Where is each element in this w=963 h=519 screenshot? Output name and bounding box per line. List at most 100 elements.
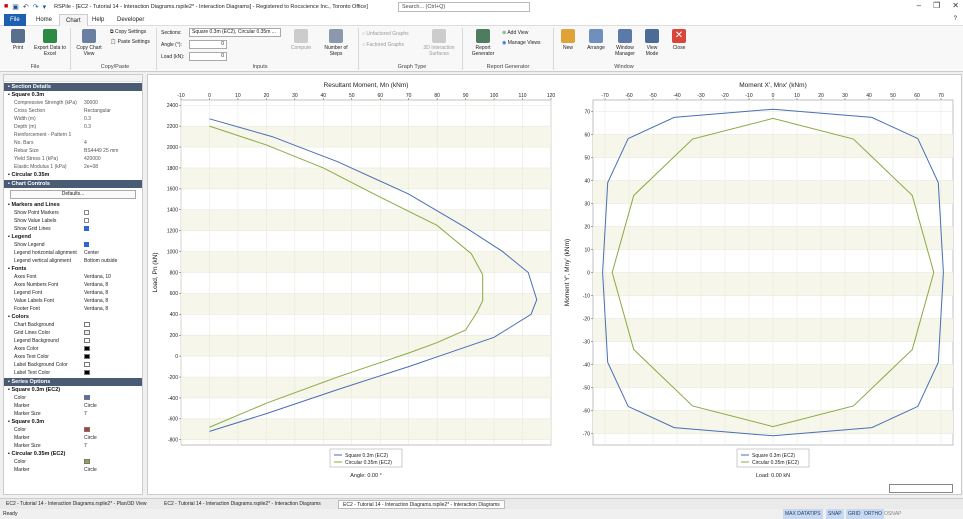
view-mode-button[interactable]: View Mode bbox=[640, 29, 664, 57]
copy-chart-label: Copy Chart View bbox=[76, 45, 102, 57]
chart-controls-header[interactable]: ▪ Chart Controls bbox=[4, 180, 142, 188]
copy-chart-icon bbox=[82, 29, 96, 43]
section-details-header[interactable]: ▪ Section Details bbox=[4, 83, 142, 91]
redo-icon[interactable]: ↷ bbox=[33, 3, 39, 11]
y-tick-label: 20 bbox=[584, 224, 590, 230]
font-row: Value Labels Font Verdana, 8 bbox=[4, 297, 142, 305]
series-square2-color-swatch[interactable] bbox=[84, 427, 90, 432]
show-point-markers-checkbox[interactable] bbox=[84, 210, 89, 215]
load-input[interactable]: 0 bbox=[189, 52, 227, 61]
y-tick-label: 1000 bbox=[167, 249, 178, 255]
new-label: New bbox=[562, 45, 573, 51]
legend-h-dropdown[interactable]: Center bbox=[84, 249, 128, 257]
add-view-button[interactable]: ⊕ Add View bbox=[502, 30, 528, 36]
unfactored-label: Unfactored Graphs bbox=[366, 31, 409, 37]
series-square-header[interactable]: ▪ Square 0.3m (EC2) bbox=[4, 386, 142, 394]
color-swatch[interactable] bbox=[84, 362, 90, 367]
grid-toggle[interactable]: GRID bbox=[846, 509, 863, 519]
series-square-color-row: Color bbox=[4, 394, 142, 402]
tab-chart[interactable]: Chart bbox=[59, 14, 88, 26]
y-tick-label: 70 bbox=[584, 109, 590, 115]
defaults-button[interactable]: Defaults... bbox=[10, 190, 136, 199]
minimize-icon[interactable]: – bbox=[917, 1, 921, 10]
font-value[interactable]: Verdana, 8 bbox=[84, 305, 128, 313]
font-value[interactable]: Verdana, 8 bbox=[84, 289, 128, 297]
copy-settings-button[interactable]: ⧉ Copy Settings bbox=[110, 29, 146, 35]
legend-label: Square 0.3m (EC2) bbox=[345, 453, 388, 459]
restore-icon[interactable]: ❐ bbox=[933, 1, 940, 10]
arrange-button[interactable]: Arrange bbox=[582, 29, 610, 51]
report-generator-button[interactable]: Report Generator bbox=[468, 29, 498, 57]
series-circular-marker-dropdown[interactable]: Circle bbox=[84, 466, 128, 474]
search-input[interactable]: Search... (Ctrl+Q) bbox=[398, 2, 530, 12]
save-icon[interactable]: ▣ bbox=[12, 3, 19, 11]
fonts-header[interactable]: ▪ Fonts bbox=[4, 265, 142, 273]
series-square2-header[interactable]: ▪ Square 0.3m bbox=[4, 418, 142, 426]
doc-tab-interaction-1[interactable]: EC2 - Tutorial 14 - Interaction Diagrams… bbox=[160, 500, 325, 509]
paste-settings-button[interactable]: 📋 Paste Settings bbox=[110, 39, 150, 45]
tab-file[interactable]: File bbox=[4, 14, 26, 26]
print-button[interactable]: Print bbox=[6, 29, 30, 51]
color-swatch[interactable] bbox=[84, 330, 90, 335]
font-value[interactable]: Verdana, 8 bbox=[84, 297, 128, 305]
circular-header[interactable]: ▪ Circular 0.35m bbox=[4, 171, 142, 179]
copy-chart-button[interactable]: Copy Chart View bbox=[74, 29, 104, 57]
font-value[interactable]: Verdana, 10 bbox=[84, 273, 128, 281]
sections-dropdown[interactable]: Square 0.3m (EC2), Circular 0.35m ... bbox=[189, 28, 281, 37]
markers-lines-header[interactable]: ▪ Markers and Lines bbox=[4, 201, 142, 209]
square-header[interactable]: ▪ Square 0.3m bbox=[4, 91, 142, 99]
color-swatch[interactable] bbox=[84, 346, 90, 351]
tab-home[interactable]: Home bbox=[30, 14, 58, 26]
series-square-msize-input[interactable]: 7 bbox=[84, 410, 128, 418]
undo-icon[interactable]: ↶ bbox=[23, 3, 29, 11]
steps-button[interactable]: Number of Steps bbox=[322, 29, 350, 57]
new-window-button[interactable]: New bbox=[558, 29, 578, 51]
y-tick-label: -50 bbox=[583, 385, 590, 391]
document-tabs: EC2 - Tutorial 14 - Interaction Diagrams… bbox=[0, 498, 963, 509]
compute-button[interactable]: Compute bbox=[287, 29, 315, 51]
angle-input[interactable]: 0 bbox=[189, 40, 227, 49]
doc-tab-plan-3d[interactable]: EC2 - Tutorial 14 - Interaction Diagrams… bbox=[2, 500, 151, 509]
close-view-button[interactable]: ✕ Close bbox=[668, 29, 690, 51]
help-icon[interactable]: ? bbox=[954, 16, 957, 22]
tab-help[interactable]: Help bbox=[86, 14, 110, 26]
maxdatatips-toggle[interactable]: MAX DATATIPS bbox=[783, 509, 823, 519]
series-circular-header[interactable]: ▪ Circular 0.35m (EC2) bbox=[4, 450, 142, 458]
customize-qat-icon[interactable]: ▾ bbox=[43, 3, 47, 11]
load-label: Load (kN): bbox=[161, 54, 185, 60]
doc-tab-interaction-2[interactable]: EC2 - Tutorial 14 - Interaction Diagrams… bbox=[338, 500, 505, 509]
series-circular-color-swatch[interactable] bbox=[84, 459, 90, 464]
color-swatch[interactable] bbox=[84, 322, 90, 327]
factored-graphs-option[interactable]: ○ Factored Graphs bbox=[362, 42, 404, 48]
series-square2-color-row: Color bbox=[4, 426, 142, 434]
show-legend-checkbox[interactable] bbox=[84, 242, 89, 247]
export-excel-button[interactable]: Export Data to Excel bbox=[32, 29, 68, 57]
series-square-marker-dropdown[interactable]: Circle bbox=[84, 402, 128, 410]
series-square-color-swatch[interactable] bbox=[84, 395, 90, 400]
osnap-toggle[interactable]: OSNAP bbox=[884, 509, 902, 519]
font-value[interactable]: Verdana, 8 bbox=[84, 281, 128, 289]
close-window-icon[interactable]: ✕ bbox=[952, 1, 959, 10]
colors-header[interactable]: ▪ Colors bbox=[4, 313, 142, 321]
tab-developer[interactable]: Developer bbox=[111, 14, 150, 26]
series-square2-msize-input[interactable]: 7 bbox=[84, 442, 128, 450]
window-manager-button[interactable]: Window Manager bbox=[612, 29, 638, 57]
snap-toggle[interactable]: SNAP bbox=[826, 509, 844, 519]
radio-icon: ○ bbox=[362, 42, 366, 48]
color-swatch[interactable] bbox=[84, 338, 90, 343]
series-square2-marker-dropdown[interactable]: Circle bbox=[84, 434, 128, 442]
separator bbox=[462, 28, 463, 70]
color-swatch[interactable] bbox=[84, 354, 90, 359]
show-grid-lines-checkbox[interactable] bbox=[84, 226, 89, 231]
show-value-labels-checkbox[interactable] bbox=[84, 218, 89, 223]
legend-v-dropdown[interactable]: Bottom outside bbox=[84, 257, 128, 265]
manage-views-button[interactable]: ◉ Manage Views bbox=[502, 40, 540, 46]
coordinate-input[interactable] bbox=[889, 484, 953, 493]
legend-v-row: Legend vertical alignment Bottom outside bbox=[4, 257, 142, 265]
legend-header[interactable]: ▪ Legend bbox=[4, 233, 142, 241]
color-swatch[interactable] bbox=[84, 370, 90, 375]
ortho-toggle[interactable]: ORTHO bbox=[862, 509, 884, 519]
3d-surfaces-button[interactable]: 3D Interaction Surfaces bbox=[420, 29, 458, 57]
unfactored-graphs-option[interactable]: ○ Unfactored Graphs bbox=[362, 31, 409, 37]
series-options-header[interactable]: ▪ Series Options bbox=[4, 378, 142, 386]
